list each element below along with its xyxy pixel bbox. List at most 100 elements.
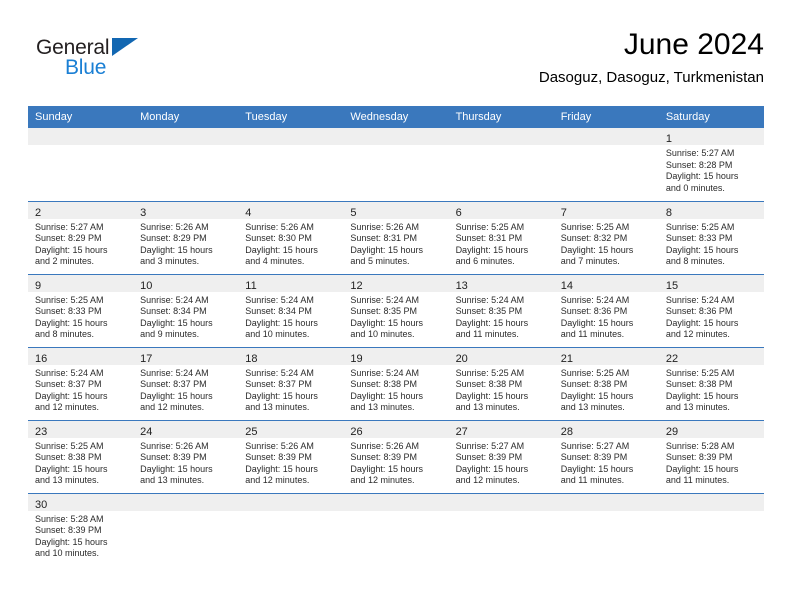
day-number-band: 13 [448,274,554,292]
day-number-band: 3 [133,201,239,219]
calendar-day-cell[interactable]: 2 Sunrise: 5:27 AM Sunset: 8:29 PM Daylight… [28,201,134,275]
day-details: Sunrise: 5:25 AM Sunset: 8:38 PM Daylight:… [659,365,764,414]
sunrise-time: Sunrise: 5:26 AM [140,440,209,451]
day-cell-content: 2 Sunrise: 5:27 AM Sunset: 8:29 PM Daylight… [28,201,134,274]
calendar-day-cell[interactable]: 4 Sunrise: 5:26 AM Sunset: 8:30 PM Daylight… [238,201,344,275]
day-number-band [133,128,239,145]
daylight-duration-line1: Daylight: 15 hours [140,390,213,401]
day-cell-content: 4 Sunrise: 5:26 AM Sunset: 8:30 PM Daylight… [238,201,344,274]
day-details: Sunrise: 5:28 AM Sunset: 8:39 PM Daylight:… [28,511,133,560]
day-cell-content: 25 Sunrise: 5:26 AM Sunset: 8:39 PM Dayligh… [238,420,344,493]
day-number: 6 [455,206,462,219]
day-details: Sunrise: 5:28 AM Sunset: 8:39 PM Daylight:… [659,438,764,487]
day-number: 12 [350,279,363,292]
page-header: General Blue June 2024 Dasoguz, Dasoguz,… [28,28,764,100]
daylight-duration-line2: and 10 minutes. [245,329,310,340]
daylight-duration-line1: Daylight: 15 hours [665,171,739,182]
calendar-day-cell[interactable]: 22 Sunrise: 5:25 AM Sunset: 8:38 PM Dayligh… [658,347,764,421]
daylight-duration-line2: and 13 minutes. [35,475,100,486]
sunset-time: Sunset: 8:28 PM [665,159,733,170]
calendar-day-cell[interactable]: 29 Sunrise: 5:28 AM Sunset: 8:39 PM Dayligh… [658,420,764,494]
sunrise-time: Sunrise: 5:24 AM [140,367,209,378]
calendar-day-cell[interactable]: 27 Sunrise: 5:27 AM Sunset: 8:39 PM Dayligh… [448,420,554,494]
day-cell-content: 17 Sunrise: 5:24 AM Sunset: 8:37 PM Dayligh… [133,347,239,420]
calendar-day-cell[interactable]: 30 Sunrise: 5:28 AM Sunset: 8:39 PM Dayligh… [28,493,134,566]
day-details: Sunrise: 5:25 AM Sunset: 8:31 PM Daylight:… [449,219,554,268]
sunset-time: Sunset: 8:39 PM [560,452,628,463]
daylight-duration-line2: and 11 minutes. [560,475,625,486]
calendar-day-cell[interactable]: 25 Sunrise: 5:26 AM Sunset: 8:39 PM Dayligh… [238,420,344,494]
daylight-duration-line1: Daylight: 15 hours [35,390,108,401]
calendar-week-row: 30 Sunrise: 5:28 AM Sunset: 8:39 PM Dayligh… [28,493,764,566]
calendar-day-cell[interactable]: 5 Sunrise: 5:26 AM Sunset: 8:31 PM Daylight… [343,201,449,275]
day-details: Sunrise: 5:26 AM Sunset: 8:39 PM Daylight:… [238,438,343,487]
sunrise-time: Sunrise: 5:25 AM [35,440,104,451]
day-number: 2 [35,206,42,219]
calendar-day-cell[interactable]: 8 Sunrise: 5:25 AM Sunset: 8:33 PM Daylight… [658,201,764,275]
calendar-day-cell-empty [28,128,134,202]
day-cell-content: 23 Sunrise: 5:25 AM Sunset: 8:38 PM Dayligh… [28,420,134,493]
day-number-band [28,128,134,145]
daylight-duration-line2: and 8 minutes. [665,256,725,267]
calendar-day-cell[interactable]: 3 Sunrise: 5:26 AM Sunset: 8:29 PM Daylight… [133,201,239,275]
calendar-day-cell[interactable]: 20 Sunrise: 5:25 AM Sunset: 8:38 PM Dayligh… [448,347,554,421]
sunrise-time: Sunrise: 5:25 AM [560,221,630,232]
weekday-header-friday: Friday [553,106,659,128]
calendar-day-cell[interactable]: 17 Sunrise: 5:24 AM Sunset: 8:37 PM Dayligh… [133,347,239,421]
calendar-day-cell[interactable]: 23 Sunrise: 5:25 AM Sunset: 8:38 PM Dayligh… [28,420,134,494]
sunset-time: Sunset: 8:30 PM [245,233,312,244]
calendar-day-cell-empty [238,128,344,202]
daylight-duration-line2: and 12 minutes. [35,402,100,413]
calendar-day-cell-empty [553,493,659,566]
calendar-day-cell[interactable]: 26 Sunrise: 5:26 AM Sunset: 8:39 PM Dayligh… [343,420,449,494]
day-number: 26 [350,425,363,438]
calendar-day-cell[interactable]: 13 Sunrise: 5:24 AM Sunset: 8:35 PM Dayligh… [448,274,554,348]
calendar-day-cell[interactable]: 21 Sunrise: 5:25 AM Sunset: 8:38 PM Dayligh… [553,347,659,421]
day-cell-content: 29 Sunrise: 5:28 AM Sunset: 8:39 PM Dayligh… [658,420,764,493]
calendar-day-cell[interactable]: 15 Sunrise: 5:24 AM Sunset: 8:36 PM Dayligh… [658,274,764,348]
daylight-duration-line1: Daylight: 15 hours [560,244,634,255]
calendar-day-cell[interactable]: 12 Sunrise: 5:24 AM Sunset: 8:35 PM Dayligh… [343,274,449,348]
daylight-duration-line1: Daylight: 15 hours [35,244,108,255]
day-number-band: 14 [553,274,659,292]
calendar-day-cell[interactable]: 6 Sunrise: 5:25 AM Sunset: 8:31 PM Daylight… [448,201,554,275]
calendar-day-cell[interactable]: 18 Sunrise: 5:24 AM Sunset: 8:37 PM Dayligh… [238,347,344,421]
calendar-day-cell[interactable]: 24 Sunrise: 5:26 AM Sunset: 8:39 PM Dayligh… [133,420,239,494]
day-details: Sunrise: 5:25 AM Sunset: 8:32 PM Daylight:… [554,219,659,268]
daylight-duration-line2: and 13 minutes. [245,402,310,413]
day-number-band: 15 [658,274,764,292]
day-details: Sunrise: 5:27 AM Sunset: 8:29 PM Daylight:… [28,219,133,268]
sunset-time: Sunset: 8:39 PM [665,452,733,463]
calendar-day-cell[interactable]: 28 Sunrise: 5:27 AM Sunset: 8:39 PM Dayligh… [553,420,659,494]
calendar-day-cell-empty [133,493,239,567]
day-details: Sunrise: 5:26 AM Sunset: 8:39 PM Daylight:… [343,438,448,487]
calendar-week-row: 1 Sunrise: 5:27 AM Sunset: 8:28 PM Daylight… [28,128,764,202]
day-details: Sunrise: 5:27 AM Sunset: 8:28 PM Daylight:… [659,145,764,194]
day-cell-content [133,493,239,567]
sunrise-time: Sunrise: 5:26 AM [140,221,209,232]
day-details: Sunrise: 5:25 AM Sunset: 8:33 PM Daylight:… [28,292,133,341]
day-number: 11 [245,279,257,292]
day-cell-content [448,493,554,567]
daylight-duration-line2: and 13 minutes. [665,402,730,413]
daylight-duration-line2: and 3 minutes. [140,256,200,267]
day-cell-content: 5 Sunrise: 5:26 AM Sunset: 8:31 PM Daylight… [343,201,449,274]
calendar-day-cell[interactable]: 9 Sunrise: 5:25 AM Sunset: 8:33 PM Daylight… [28,274,134,348]
sunset-time: Sunset: 8:38 PM [35,452,102,463]
day-number-band: 1 [658,128,764,145]
day-number-band [553,128,659,145]
calendar-day-cell[interactable]: 19 Sunrise: 5:24 AM Sunset: 8:38 PM Dayligh… [343,347,449,421]
calendar-day-cell[interactable]: 16 Sunrise: 5:24 AM Sunset: 8:37 PM Dayligh… [28,347,134,421]
calendar-day-cell[interactable]: 10 Sunrise: 5:24 AM Sunset: 8:34 PM Dayligh… [133,274,239,348]
daylight-duration-line2: and 11 minutes. [455,329,519,340]
calendar-day-cell[interactable]: 14 Sunrise: 5:24 AM Sunset: 8:36 PM Dayligh… [553,274,659,348]
day-number-band [448,493,554,511]
day-number: 23 [35,425,48,438]
day-cell-content: 24 Sunrise: 5:26 AM Sunset: 8:39 PM Dayligh… [133,420,239,493]
calendar-day-cell[interactable]: 11 Sunrise: 5:24 AM Sunset: 8:34 PM Dayligh… [238,274,344,348]
sunrise-time: Sunrise: 5:25 AM [665,367,735,378]
calendar-day-cell[interactable]: 1 Sunrise: 5:27 AM Sunset: 8:28 PM Daylight… [658,128,764,202]
calendar-day-cell[interactable]: 7 Sunrise: 5:25 AM Sunset: 8:32 PM Daylight… [553,201,659,275]
day-details: Sunrise: 5:26 AM Sunset: 8:30 PM Daylight:… [238,219,343,268]
day-number-band: 10 [133,274,239,292]
